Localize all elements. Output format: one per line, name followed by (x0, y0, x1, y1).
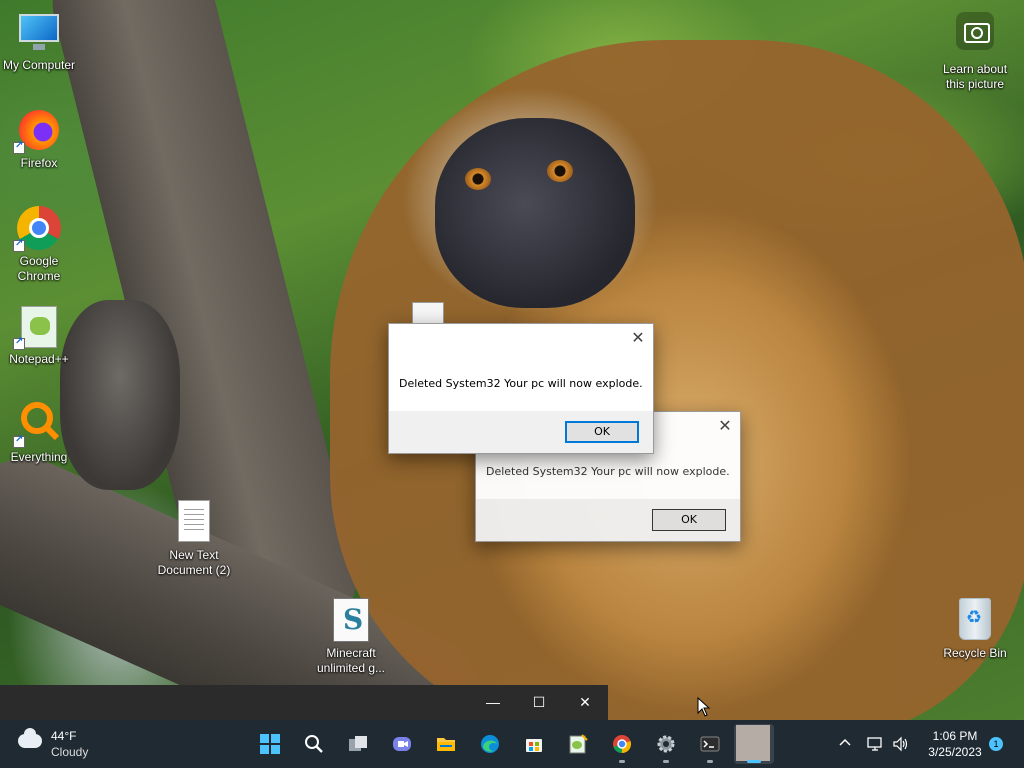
desktop-icon-label: Firefox (20, 156, 58, 170)
shortcut-arrow-icon (13, 336, 25, 350)
text-document-icon[interactable] (412, 302, 444, 324)
terminal-icon (700, 736, 720, 752)
search-button[interactable] (294, 724, 334, 764)
camera-icon (951, 12, 999, 60)
ok-button[interactable]: OK (652, 509, 726, 531)
notepadpp-taskbar-button[interactable] (558, 724, 598, 764)
message-box-front[interactable]: ✕ Deleted System32 Your pc will now expl… (388, 323, 654, 454)
active-app-taskbar-button[interactable] (734, 724, 774, 764)
notification-badge[interactable]: 1 (989, 737, 1003, 751)
desktop-icon-label: Learn about this picture (942, 62, 1008, 91)
chrome-taskbar-button[interactable] (602, 724, 642, 764)
desktop-icon-label: Minecraft unlimited g... (316, 646, 386, 675)
desktop-icon-google-chrome[interactable]: Google Chrome (1, 204, 77, 284)
store-icon (526, 739, 542, 752)
store-button[interactable] (514, 724, 554, 764)
weather-temperature: 44°F (51, 729, 77, 743)
weather-condition: Cloudy (51, 745, 89, 759)
clock-time: 1:06 PM (932, 729, 978, 743)
clock-date: 3/25/2023 (928, 745, 982, 759)
close-icon[interactable]: ✕ (710, 412, 740, 440)
running-indicator (619, 760, 625, 763)
shortcut-arrow-icon (13, 238, 25, 252)
everything-icon (13, 400, 63, 448)
dialog-message: Deleted System32 Your pc will now explod… (486, 465, 730, 478)
chrome-icon (613, 735, 632, 753)
dialog-titlebar[interactable]: ✕ (389, 324, 653, 354)
recycle-bin-icon (951, 596, 999, 644)
weather-widget[interactable]: 44°F Cloudy (14, 728, 124, 762)
desktop-icon-my-computer[interactable]: My Computer (1, 8, 77, 73)
notepadpp-icon (569, 734, 588, 754)
chrome-icon (13, 204, 63, 252)
terminal-taskbar-button[interactable] (690, 724, 730, 764)
search-icon (305, 735, 323, 753)
wallpaper-monkey-eye (547, 160, 573, 182)
running-indicator (663, 760, 669, 763)
notepadpp-icon (13, 302, 63, 350)
file-explorer-button[interactable] (426, 724, 466, 764)
app-icon (736, 725, 770, 761)
close-icon[interactable]: ✕ (562, 685, 608, 720)
edge-icon (481, 735, 499, 753)
maximize-icon[interactable]: ☐ (516, 685, 562, 720)
desktop-icon-label: New Text Document (2) (157, 548, 231, 577)
computer-icon (15, 8, 63, 56)
cloud-icon (18, 728, 42, 748)
desktop-icon-label: My Computer (2, 58, 76, 72)
dialog-footer: OK (476, 499, 740, 541)
desktop-icon-label: Everything (10, 450, 68, 464)
running-indicator (747, 760, 761, 763)
edge-button[interactable] (470, 724, 510, 764)
settings-taskbar-button[interactable] (646, 724, 686, 764)
start-icon (260, 734, 280, 754)
desktop-icon-everything[interactable]: Everything (1, 400, 77, 465)
dialog-footer: OK (389, 411, 653, 453)
text-document-icon (170, 498, 218, 546)
desktop-icon-learn-about-picture[interactable]: Learn about this picture (936, 12, 1014, 92)
desktop-icon-recycle-bin[interactable]: Recycle Bin (936, 596, 1014, 661)
settings-icon (657, 735, 675, 753)
task-view-button[interactable] (338, 724, 378, 764)
desktop-icon-minecraft[interactable]: Minecraft unlimited g... (313, 596, 389, 676)
desktop-icon-firefox[interactable]: Firefox (1, 106, 77, 171)
file-explorer-icon (437, 738, 455, 751)
dialog-message: Deleted System32 Your pc will now explod… (399, 377, 643, 390)
start-button[interactable] (250, 724, 290, 764)
minimize-icon[interactable]: — (470, 685, 516, 720)
chevron-up-icon[interactable] (836, 735, 854, 753)
ok-button[interactable]: OK (565, 421, 639, 443)
desktop-icon-notepadpp[interactable]: Notepad++ (1, 302, 77, 367)
wallpaper-monkey-eye (465, 168, 491, 190)
teams-chat-button[interactable] (382, 724, 422, 764)
desktop-icon-new-text-document[interactable]: New Text Document (2) (156, 498, 232, 578)
shortcut-arrow-icon (13, 140, 25, 154)
close-icon[interactable]: ✕ (623, 324, 653, 352)
shortcut-arrow-icon (13, 434, 25, 448)
wallpaper-monkey-hand (60, 300, 180, 490)
volume-icon[interactable] (892, 735, 910, 753)
window-titlebar[interactable]: — ☐ ✕ (0, 685, 608, 720)
running-indicator (707, 760, 713, 763)
firefox-icon (13, 106, 63, 154)
network-icon[interactable] (866, 735, 884, 753)
desktop-icon-label: Google Chrome (17, 254, 61, 283)
desktop-icon-label: Recycle Bin (943, 646, 1007, 660)
task-view-icon (349, 736, 367, 751)
batch-file-icon (327, 596, 375, 644)
teams-chat-icon (393, 737, 411, 751)
taskbar: 44°F Cloudy 1:06 PM 3/25/2023 1 (0, 720, 1024, 768)
clock[interactable]: 1:06 PM 3/25/2023 (916, 728, 994, 760)
wallpaper-monkey-face (435, 118, 635, 308)
mouse-cursor-icon (697, 697, 711, 717)
desktop-icon-label: Notepad++ (9, 352, 69, 366)
